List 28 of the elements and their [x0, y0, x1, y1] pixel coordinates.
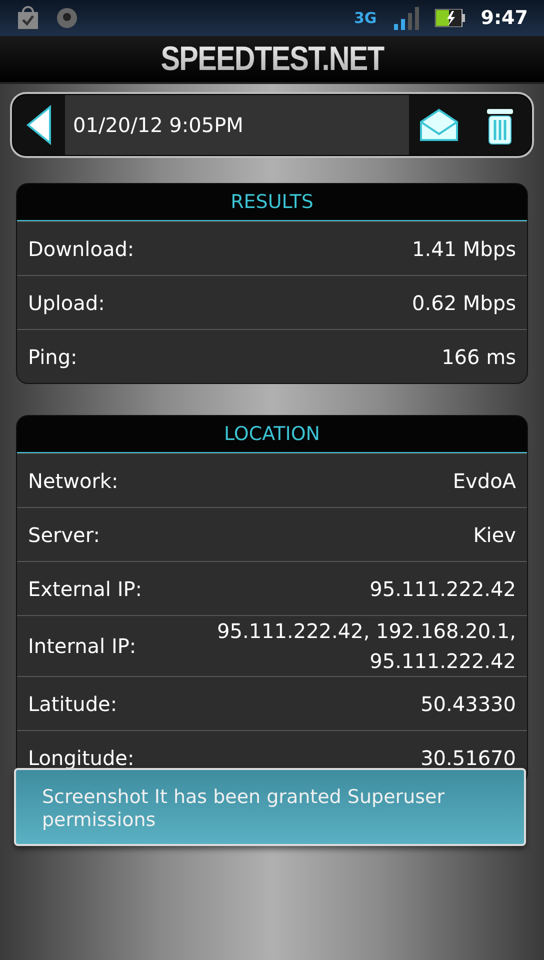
battery-icon: [434, 9, 465, 27]
row-label: Upload:: [28, 290, 105, 316]
row-label: Server:: [28, 522, 100, 548]
row-label: Network:: [28, 468, 118, 494]
row-label: Latitude:: [28, 690, 118, 718]
row-value: EvdoA: [452, 468, 516, 494]
circle-icon: [56, 7, 78, 29]
test-date: 01/20/12 9:05PM: [65, 95, 409, 155]
clock-time: 9:47: [480, 6, 528, 31]
row-label: External IP:: [28, 576, 142, 602]
row-label: Ping:: [28, 344, 78, 370]
network-type-label: 3G: [354, 10, 377, 26]
row-value: 1.41 Mbps: [412, 236, 516, 262]
row-value: 95.111.222.42: [370, 576, 516, 602]
row-value: 0.62 Mbps: [412, 290, 516, 316]
toast-message: Screenshot It has been granted Superuser permissions: [14, 768, 526, 846]
shopping-bag-icon: [16, 6, 40, 30]
row-value: 166 ms: [442, 344, 516, 370]
section-title: LOCATION: [224, 422, 320, 447]
row-value: 50.43330: [420, 690, 516, 718]
row-label: Internal IP:: [28, 633, 136, 660]
row-value: Kiev: [473, 522, 516, 548]
section-title: RESULTS: [230, 190, 314, 215]
envelope-icon: [419, 108, 459, 142]
row-label: Download:: [28, 236, 134, 262]
row-value: 95.111.222.42, 192.168.20.1, 95.111.222.42: [216, 618, 516, 675]
signal-icon: [392, 5, 419, 31]
back-arrow-icon: [26, 105, 52, 145]
